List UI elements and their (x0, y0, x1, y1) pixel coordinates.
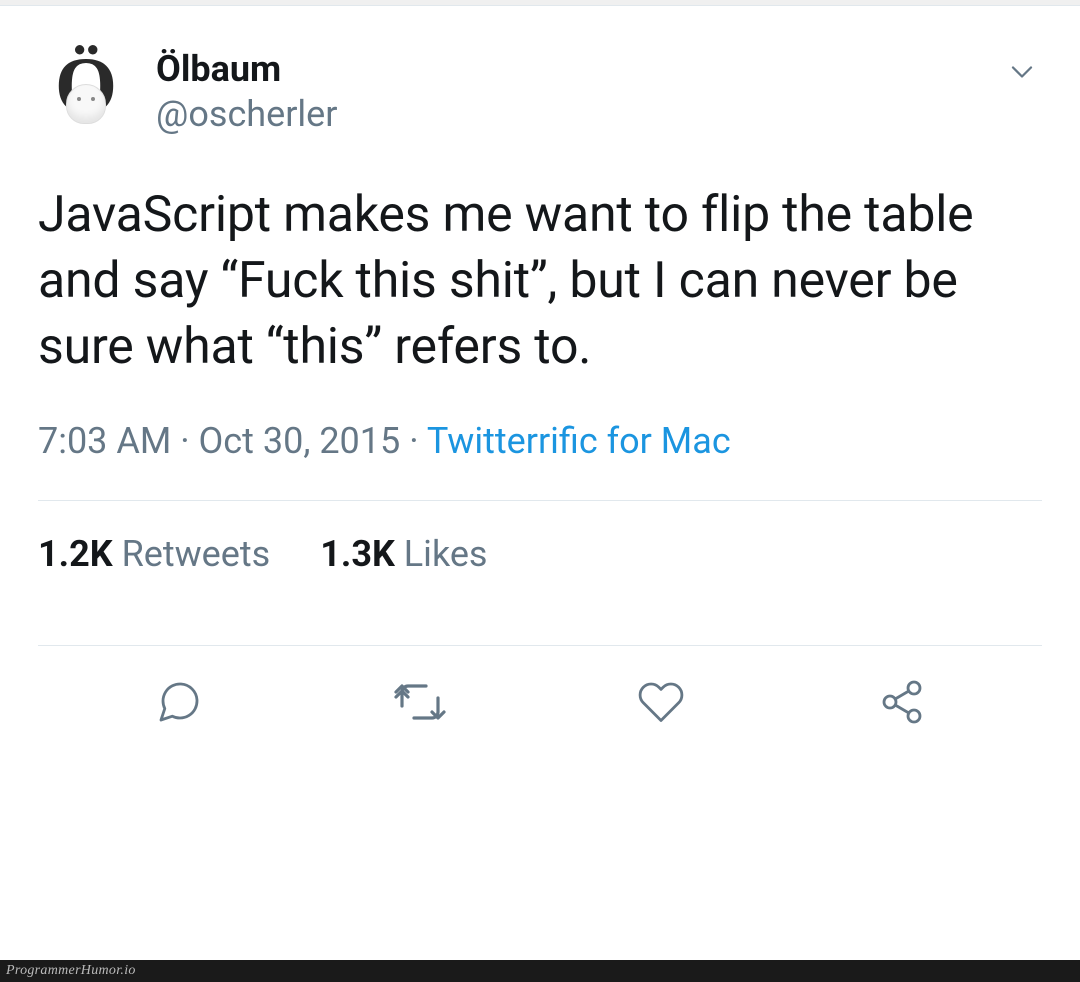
tweet-actions (38, 646, 1042, 762)
share-icon (878, 678, 926, 726)
like-button[interactable] (631, 672, 691, 732)
chevron-down-icon (1004, 54, 1040, 90)
user-handle[interactable]: @oscherler (156, 93, 337, 136)
tweet-meta: 7:03 AM · Oct 30, 2015 · Twitterrific fo… (38, 420, 1042, 462)
retweets-label: Retweets (122, 533, 271, 575)
tweet-menu-button[interactable] (1002, 52, 1042, 92)
likes-stat[interactable]: 1.3K Likes (320, 533, 487, 575)
retweets-count: 1.2K (38, 533, 113, 575)
tweet-source[interactable]: Twitterrific for Mac (427, 420, 731, 462)
tweet-stats: 1.2K Retweets 1.3K Likes (38, 501, 1042, 607)
retweet-icon (392, 678, 448, 726)
retweets-stat[interactable]: 1.2K Retweets (38, 533, 270, 575)
likes-label: Likes (404, 533, 488, 575)
tweet-date[interactable]: Oct 30, 2015 (199, 420, 401, 462)
avatar-face-icon (66, 84, 106, 124)
reply-button[interactable] (149, 672, 209, 732)
reply-icon (155, 678, 203, 726)
likes-count: 1.3K (320, 533, 395, 575)
tweet-text: JavaScript makes me want to flip the tab… (38, 182, 1042, 380)
share-button[interactable] (872, 672, 932, 732)
user-info: Ölbaum @oscherler (156, 44, 337, 136)
meta-separator-1: · (171, 420, 198, 462)
watermark-text: ProgrammerHumor.io (6, 963, 136, 979)
meta-separator-2: · (400, 420, 427, 462)
tweet-container: Ö Ölbaum @oscherler JavaScript makes me … (0, 6, 1080, 762)
tweet-time[interactable]: 7:03 AM (38, 420, 171, 462)
tweet-header: Ö Ölbaum @oscherler (38, 44, 1042, 140)
like-icon (637, 678, 685, 726)
retweet-button[interactable] (390, 672, 450, 732)
avatar[interactable]: Ö (38, 44, 134, 140)
footer-watermark: ProgrammerHumor.io (0, 960, 1080, 982)
display-name[interactable]: Ölbaum (156, 48, 337, 91)
